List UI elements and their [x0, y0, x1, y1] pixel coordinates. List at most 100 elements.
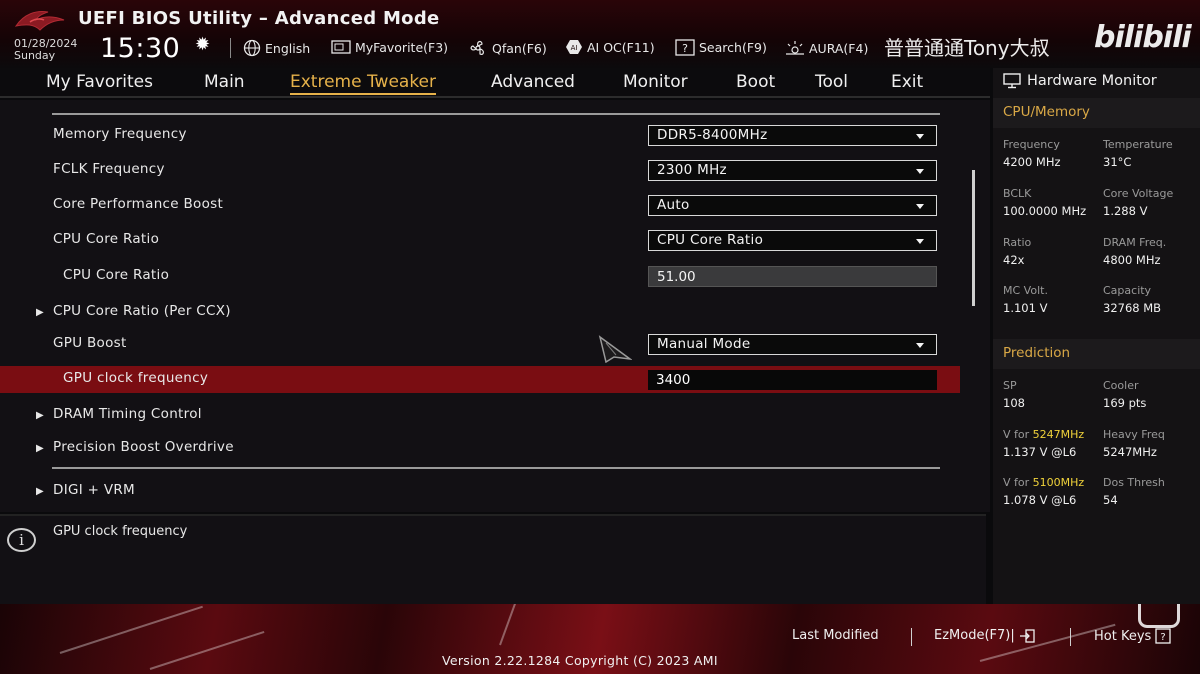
precision-boost-overdrive-link[interactable]: Precision Boost Overdrive [53, 439, 234, 455]
tab-tool[interactable]: Tool [815, 72, 848, 92]
language-button[interactable]: English [243, 39, 310, 57]
tab-my-favorites[interactable]: My Favorites [46, 72, 153, 92]
core-performance-boost-value: Auto [657, 197, 690, 213]
tab-extreme-tweaker[interactable]: Extreme Tweaker [290, 72, 437, 95]
hardware-monitor-panel: Hardware Monitor CPU/Memory Frequency 42… [993, 68, 1200, 604]
divider [1070, 628, 1071, 646]
myfavorite-label: MyFavorite(F3) [355, 39, 449, 55]
day-text: Sunday [14, 49, 56, 62]
capacity-value: 32768 MB [1103, 301, 1162, 315]
tab-boot[interactable]: Boot [736, 72, 775, 92]
bilibili-logo: bilibili [1094, 20, 1192, 55]
ai-oc-label: AI OC(F11) [587, 39, 655, 55]
language-label: English [265, 40, 311, 56]
last-modified-button[interactable]: Last Modified [792, 628, 879, 643]
divider [230, 38, 231, 58]
dram-timing-control-link[interactable]: DRAM Timing Control [53, 406, 202, 422]
cpu-memory-title: CPU/Memory [1003, 104, 1090, 120]
tab-exit[interactable]: Exit [891, 72, 923, 92]
qfan-label: Qfan(F6) [492, 40, 547, 56]
dram-freq-label: DRAM Freq. [1103, 236, 1167, 249]
fclk-frequency-value: 2300 MHz [657, 162, 727, 178]
decor-streak [499, 604, 522, 646]
qfan-button[interactable]: Qfan(F6) [468, 39, 547, 57]
expand-arrow-icon: ▶ [36, 443, 44, 454]
gpu-boost-label: GPU Boost [53, 335, 127, 351]
frequency-label: Frequency [1003, 138, 1060, 151]
decor-streak [59, 605, 203, 654]
caret-down-icon [916, 239, 924, 244]
heavy-freq-value: 5247MHz [1103, 445, 1157, 459]
divider [911, 628, 912, 646]
expand-arrow-icon: ▶ [36, 307, 44, 318]
svg-text:?: ? [1161, 632, 1166, 643]
rog-logo-icon [14, 11, 65, 31]
core-performance-boost-select[interactable]: Auto [648, 195, 937, 216]
prediction-title: Prediction [1003, 345, 1071, 361]
top-bar: UEFI BIOS Utility – Advanced Mode 01/28/… [0, 0, 1200, 68]
core-voltage-label: Core Voltage [1103, 187, 1174, 200]
mouse-cursor-icon [598, 335, 632, 363]
gpu-clock-frequency-input[interactable]: 3400 [648, 370, 937, 390]
tab-monitor[interactable]: Monitor [623, 72, 688, 92]
ai-oc-icon: AI [566, 40, 582, 54]
gpu-clock-frequency-label: GPU clock frequency [63, 370, 209, 386]
hot-keys-button[interactable]: Hot Keys ? [1094, 628, 1171, 644]
dos-thresh-label: Dos Thresh [1103, 476, 1165, 489]
exit-arrow-icon [1019, 628, 1035, 643]
date-display: 01/28/2024 Sunday [14, 38, 77, 62]
v-for-freq-2: 5100MHz [1032, 476, 1085, 489]
settings-panel: Memory Frequency DDR5-8400MHz FCLK Frequ… [0, 100, 990, 512]
ezmode-label: EzMode(F7)| [934, 628, 1015, 643]
svg-text:AI: AI [571, 44, 578, 52]
caret-down-icon [916, 169, 924, 174]
watermark-text: 普普通通Tony大叔 [884, 36, 1050, 60]
digi-vrm-link[interactable]: DIGI + VRM [53, 482, 135, 498]
bclk-label: BCLK [1003, 187, 1032, 200]
tab-main[interactable]: Main [204, 72, 245, 92]
favorite-icon [331, 40, 351, 54]
aura-icon [786, 41, 804, 55]
tab-advanced[interactable]: Advanced [491, 72, 575, 92]
core-voltage-value: 1.288 V [1103, 204, 1148, 218]
search-label: Search(F9) [699, 40, 767, 55]
fclk-frequency-select[interactable]: 2300 MHz [648, 160, 937, 181]
cpu-memory-section-header: CPU/Memory [993, 98, 1200, 128]
v-for-label-2: V for 5100MHz [1003, 476, 1084, 489]
cpu-core-ratio-label: CPU Core Ratio [53, 231, 160, 247]
cpu-core-ratio-select[interactable]: CPU Core Ratio [648, 230, 937, 251]
ai-oc-button[interactable]: AI AI OC(F11) [565, 39, 655, 55]
memory-frequency-select[interactable]: DDR5-8400MHz [648, 125, 937, 146]
ezmode-button[interactable]: EzMode(F7)| [934, 628, 1035, 643]
decor-streak [149, 630, 265, 670]
v-for-value-2: 1.078 V @L6 [1003, 493, 1077, 507]
prediction-section-header: Prediction [993, 339, 1200, 369]
search-icon: ? [675, 39, 695, 56]
cpu-core-ratio-per-ccx-link[interactable]: CPU Core Ratio (Per CCX) [53, 303, 231, 319]
footer-bar: Last Modified EzMode(F7)| Hot Keys ? Ver… [0, 604, 1200, 674]
myfavorite-button[interactable]: MyFavorite(F3) [331, 39, 448, 55]
help-text: GPU clock frequency [53, 524, 188, 539]
aura-label: AURA(F4) [809, 40, 869, 56]
heavy-freq-label: Heavy Freq [1103, 428, 1165, 441]
cpu-core-ratio-sub-value: 51.00 [648, 266, 937, 287]
search-button[interactable]: ? Search(F9) [675, 39, 767, 56]
gpu-boost-select[interactable]: Manual Mode [648, 334, 937, 355]
ratio-label: Ratio [1003, 236, 1032, 249]
v-for-value-1: 1.137 V @L6 [1003, 445, 1077, 459]
v-for-label-1: V for 5247MHz [1003, 428, 1084, 441]
dos-thresh-value: 54 [1103, 493, 1118, 507]
aura-button[interactable]: AURA(F4) [785, 39, 868, 57]
gear-icon[interactable]: ✹ [195, 34, 210, 55]
bilibili-tv-icon [1138, 604, 1180, 628]
divider [52, 113, 940, 115]
cooler-value: 169 pts [1103, 396, 1147, 410]
divider [52, 467, 940, 469]
main-nav: My Favorites Main Extreme Tweaker Advanc… [0, 68, 990, 98]
gpu-boost-value: Manual Mode [657, 336, 751, 352]
app-title: UEFI BIOS Utility – Advanced Mode [78, 8, 440, 29]
v-for-freq-1: 5247MHz [1032, 428, 1085, 441]
scrollbar[interactable] [972, 170, 975, 306]
dram-freq-value: 4800 MHz [1103, 253, 1161, 267]
version-text: Version 2.22.1284 Copyright (C) 2023 AMI [442, 653, 718, 668]
